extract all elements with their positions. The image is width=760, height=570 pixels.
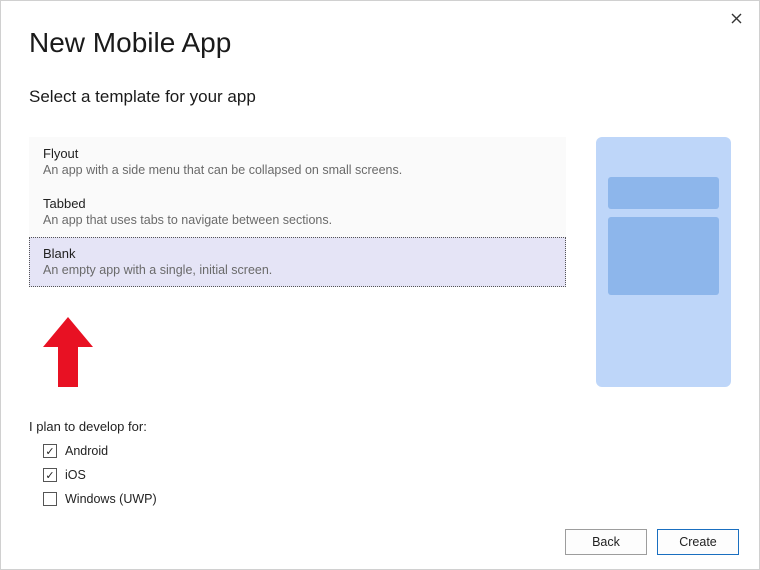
template-item-tabbed[interactable]: Tabbed An app that uses tabs to navigate… [29, 187, 566, 237]
close-icon [731, 13, 742, 24]
create-button[interactable]: Create [657, 529, 739, 555]
template-name: Flyout [43, 146, 552, 161]
template-desc: An app that uses tabs to navigate betwee… [43, 213, 552, 227]
dialog-footer: Back Create [565, 529, 739, 555]
template-desc: An app with a side menu that can be coll… [43, 163, 552, 177]
checkbox-ios[interactable]: iOS [43, 464, 731, 486]
preview-content-block [608, 217, 719, 295]
template-name: Blank [43, 246, 552, 261]
develop-label: I plan to develop for: [29, 419, 731, 434]
checkbox-label: Android [65, 444, 108, 458]
close-button[interactable] [727, 9, 745, 27]
checkbox-label: iOS [65, 468, 86, 482]
develop-section: I plan to develop for: Android iOS Windo… [29, 419, 731, 510]
template-preview [596, 137, 731, 387]
dialog-title: New Mobile App [29, 27, 731, 59]
checkbox-icon [43, 444, 57, 458]
template-desc: An empty app with a single, initial scre… [43, 263, 552, 277]
checkbox-windows-uwp[interactable]: Windows (UWP) [43, 488, 731, 510]
template-item-flyout[interactable]: Flyout An app with a side menu that can … [29, 137, 566, 187]
dialog-content: New Mobile App Select a template for you… [1, 1, 759, 532]
preview-header-bar [608, 177, 719, 209]
checkbox-icon [43, 492, 57, 506]
template-list: Flyout An app with a side menu that can … [29, 137, 566, 287]
checkbox-icon [43, 468, 57, 482]
template-name: Tabbed [43, 196, 552, 211]
checkbox-label: Windows (UWP) [65, 492, 157, 506]
main-row: Flyout An app with a side menu that can … [29, 137, 731, 387]
back-button[interactable]: Back [565, 529, 647, 555]
dialog-subtitle: Select a template for your app [29, 87, 731, 107]
template-item-blank[interactable]: Blank An empty app with a single, initia… [29, 237, 566, 287]
checkbox-android[interactable]: Android [43, 440, 731, 462]
